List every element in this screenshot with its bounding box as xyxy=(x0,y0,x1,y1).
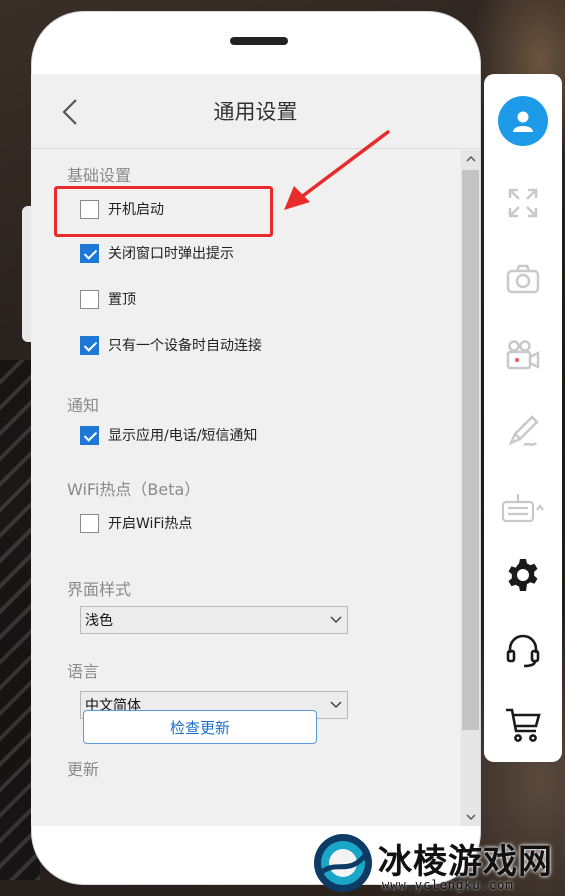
watermark-name: 冰棱游戏网 xyxy=(378,842,553,882)
fullscreen-button[interactable] xyxy=(498,178,548,228)
camera-icon xyxy=(506,264,540,294)
section-title-theme: 界面样式 xyxy=(67,580,132,599)
screenshot-button[interactable] xyxy=(498,254,548,304)
watermark-logo xyxy=(314,834,372,892)
chevron-down-icon xyxy=(466,814,475,820)
chevron-down-icon xyxy=(325,692,347,718)
keyboard-icon xyxy=(501,494,544,523)
checkbox-close-prompt[interactable] xyxy=(80,243,99,263)
section-title-notify: 通知 xyxy=(67,396,100,415)
option-show-notifications[interactable]: 显示应用/电话/短信通知 xyxy=(80,424,257,446)
chevron-up-icon xyxy=(466,156,475,162)
gear-icon xyxy=(508,559,538,591)
annotation-highlight-box xyxy=(54,186,273,237)
option-label: 开启WiFi热点 xyxy=(108,516,193,532)
theme-select-value: 浅色 xyxy=(85,613,113,629)
option-label: 关闭窗口时弹出提示 xyxy=(108,246,234,262)
scroll-down-button[interactable] xyxy=(461,808,480,826)
settings-button[interactable] xyxy=(498,550,548,600)
option-wifi-hotspot[interactable]: 开启WiFi热点 xyxy=(80,512,192,534)
section-title-language: 语言 xyxy=(67,662,100,681)
side-toolbar xyxy=(484,74,562,762)
support-button[interactable] xyxy=(498,626,548,676)
user-icon xyxy=(513,111,533,132)
option-always-on-top[interactable]: 置顶 xyxy=(80,288,136,310)
brush-icon xyxy=(508,415,539,447)
draw-button[interactable] xyxy=(498,406,548,456)
check-update-button[interactable]: 检查更新 xyxy=(83,710,317,744)
keyboard-button[interactable] xyxy=(498,482,548,532)
section-title-wifi: WiFi热点（Beta） xyxy=(67,480,201,499)
option-label: 置顶 xyxy=(108,292,136,308)
scroll-thumb[interactable] xyxy=(462,170,479,730)
scrollbar[interactable] xyxy=(461,150,480,826)
checkbox-show-notifications[interactable] xyxy=(80,425,99,445)
scroll-up-button[interactable] xyxy=(461,150,480,168)
option-label: 显示应用/电话/短信通知 xyxy=(108,428,258,444)
checkbox-auto-connect[interactable] xyxy=(80,335,99,355)
option-label: 只有一个设备时自动连接 xyxy=(108,338,262,354)
theme-select[interactable]: 浅色 xyxy=(80,606,348,634)
annotation-arrow xyxy=(284,130,390,210)
watermark: 冰棱游戏网 www.yclengku.com xyxy=(312,832,562,894)
checkbox-always-on-top[interactable] xyxy=(80,289,99,309)
option-auto-connect[interactable]: 只有一个设备时自动连接 xyxy=(80,334,262,356)
section-title-update: 更新 xyxy=(67,760,100,779)
fullscreen-icon xyxy=(508,188,538,218)
title-divider xyxy=(31,148,480,149)
headset-icon xyxy=(506,634,540,668)
shop-button[interactable] xyxy=(498,700,548,750)
option-close-prompt[interactable]: 关闭窗口时弹出提示 xyxy=(80,242,234,264)
page-title: 通用设置 xyxy=(213,100,298,124)
checkbox-wifi-hotspot[interactable] xyxy=(80,513,99,533)
watermark-url: www.yclengku.com xyxy=(382,878,514,892)
title-bar: 通用设置 xyxy=(31,74,480,148)
cart-icon xyxy=(506,708,541,742)
phone-notch xyxy=(230,37,288,45)
section-title-basic: 基础设置 xyxy=(67,166,132,185)
user-avatar-button[interactable] xyxy=(498,96,548,146)
record-button[interactable] xyxy=(498,330,548,380)
chevron-down-icon xyxy=(325,607,347,633)
record-video-icon xyxy=(506,340,540,370)
